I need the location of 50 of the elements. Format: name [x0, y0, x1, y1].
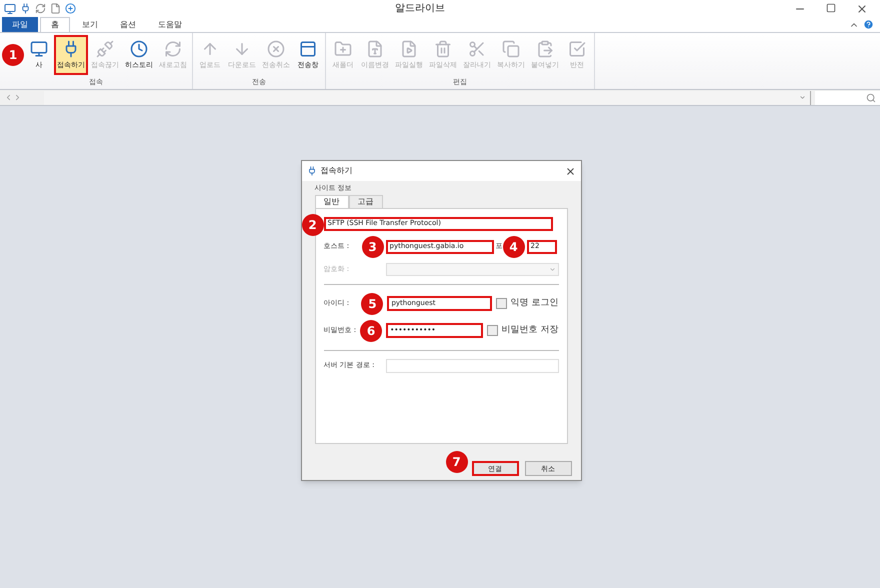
back-icon[interactable] — [4, 93, 13, 102]
ribbon-tab[interactable]: 보기 — [72, 17, 108, 32]
checkbox[interactable] — [486, 325, 498, 336]
forward-icon[interactable] — [13, 93, 22, 102]
step-badge: 7 — [446, 450, 468, 472]
search-icon[interactable] — [866, 92, 876, 102]
unplug-icon — [96, 40, 114, 58]
dialog-tab[interactable]: 일반 — [314, 194, 348, 208]
monitor-icon — [30, 40, 48, 58]
cancel-icon — [267, 40, 285, 58]
trash-icon — [434, 40, 452, 58]
document-icon[interactable] — [50, 3, 61, 14]
window-icon — [299, 40, 317, 58]
new-folder-icon — [334, 40, 352, 58]
copy-icon — [502, 40, 520, 58]
checkbox[interactable] — [496, 298, 507, 309]
step-badge: 3 — [362, 236, 384, 258]
search-field[interactable] — [815, 90, 880, 104]
step-badge: 2 — [302, 214, 324, 236]
step-badge: 6 — [360, 320, 382, 342]
ribbon-tab[interactable]: 홈 — [40, 17, 70, 32]
file-menu-button[interactable]: 파일 — [2, 17, 38, 32]
step-badge: 4 — [502, 236, 524, 258]
document-icon — [366, 40, 384, 58]
address-field[interactable] — [44, 90, 811, 104]
app-icon — [4, 2, 16, 14]
close-icon[interactable] — [856, 2, 868, 14]
scissors-icon — [468, 40, 486, 58]
help-icon[interactable] — [863, 19, 874, 30]
ribbon-tab[interactable]: 도움말 — [148, 17, 192, 32]
add-icon[interactable] — [65, 3, 76, 14]
maximize-icon[interactable] — [826, 2, 836, 12]
checkbox-icon — [568, 40, 586, 58]
checkbox-label: 비밀번호 저장 — [502, 324, 558, 337]
step-badge: 1 — [2, 44, 24, 66]
window-title: 알드라이브 — [395, 2, 445, 16]
base-path-field[interactable] — [386, 358, 558, 372]
paste-icon — [536, 40, 554, 58]
ribbon-tab[interactable]: 옵션 — [110, 17, 146, 32]
dialog-title: 접속하기 — [320, 165, 352, 177]
plug-icon[interactable] — [20, 3, 31, 14]
plug-icon — [306, 166, 316, 176]
refresh-icon[interactable] — [35, 3, 46, 14]
step-badge: 5 — [361, 292, 384, 314]
close-icon[interactable] — [564, 166, 576, 176]
refresh-icon — [164, 40, 182, 58]
dialog-tab[interactable]: 고급 — [348, 194, 382, 208]
play-file-icon — [400, 40, 418, 58]
checkbox-label: 익명 로그인 — [510, 296, 558, 310]
clock-icon — [130, 40, 148, 58]
